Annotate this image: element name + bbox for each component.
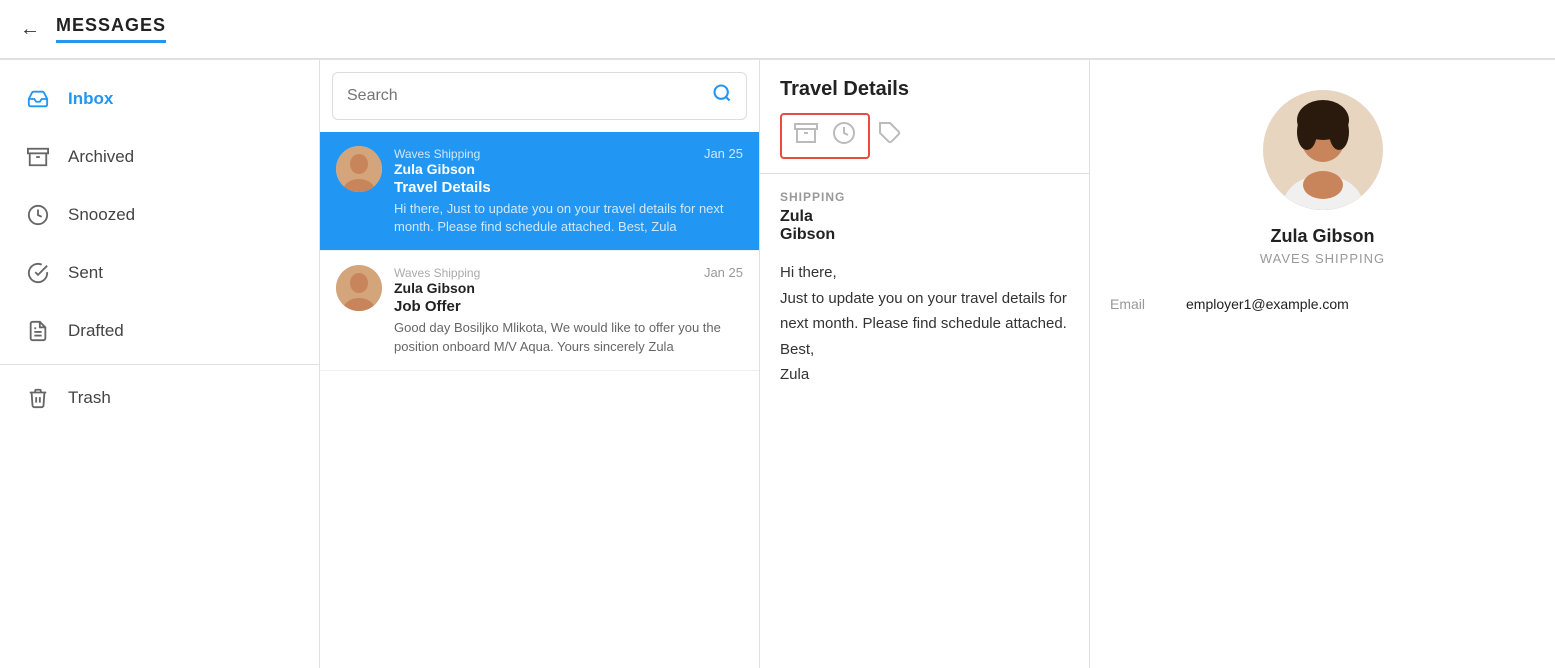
message-meta: Waves Shipping Zula Gibson Jan 25 [394,146,743,177]
detail-header: Travel Details [760,60,1089,174]
message-item[interactable]: Waves Shipping Zula Gibson Jan 25 Travel… [320,132,759,251]
sidebar-item-inbox[interactable]: Inbox [0,70,319,128]
inbox-icon [24,88,52,110]
app-title: MESSAGES [56,15,166,43]
sidebar: Inbox Archived Snoozed [0,60,320,668]
message-list-panel: Waves Shipping Zula Gibson Jan 25 Travel… [320,60,760,668]
contact-name: Zula Gibson [1270,226,1374,247]
detail-panel: Travel Details [760,60,1090,668]
drafted-icon [24,320,52,342]
message-company: Waves Shipping [394,266,480,280]
message-list: Waves Shipping Zula Gibson Jan 25 Travel… [320,132,759,668]
contact-panel: Zula Gibson WAVES SHIPPING Email employe… [1090,60,1555,668]
archived-label: Archived [68,147,134,167]
contact-email-row: Email employer1@example.com [1110,296,1535,312]
message-company: Waves Shipping [394,147,480,161]
sent-icon [24,262,52,284]
contact-company: WAVES SHIPPING [1260,251,1385,266]
tag-action-icon[interactable] [878,121,902,151]
contact-avatar [1263,90,1383,210]
detail-actions [780,113,1069,159]
message-subject: Job Offer [394,298,743,315]
detail-title: Travel Details [780,78,1069,101]
trash-icon [24,387,52,409]
detail-from-name: ZulaGibson [780,208,1069,244]
message-sender: Zula Gibson [394,280,480,296]
message-subject: Travel Details [394,179,743,196]
clock-icon [24,204,52,226]
message-meta: Waves Shipping Zula Gibson Jan 25 [394,265,743,296]
sidebar-divider [0,364,319,365]
detail-from-label: SHIPPING [780,190,1069,204]
sidebar-item-snoozed[interactable]: Snoozed [0,186,319,244]
detail-body: SHIPPING ZulaGibson Hi there, Just to up… [760,174,1089,668]
message-content: Waves Shipping Zula Gibson Jan 25 Travel… [394,146,743,236]
archive-icon [24,146,52,168]
main-layout: Inbox Archived Snoozed [0,60,1555,668]
archive-action-icon[interactable] [790,119,822,153]
app-header: ← MESSAGES [0,0,1555,60]
message-content: Waves Shipping Zula Gibson Jan 25 Job Of… [394,265,743,355]
sidebar-item-trash[interactable]: Trash [0,369,319,427]
message-date: Jan 25 [704,146,743,161]
clock-action-icon[interactable] [828,119,860,153]
sent-label: Sent [68,263,103,283]
trash-label: Trash [68,388,111,408]
search-bar[interactable] [332,72,747,120]
drafted-label: Drafted [68,321,124,341]
snoozed-label: Snoozed [68,205,135,225]
avatar [336,265,382,311]
message-item[interactable]: Waves Shipping Zula Gibson Jan 25 Job Of… [320,251,759,370]
search-icon [712,83,732,109]
sidebar-item-sent[interactable]: Sent [0,244,319,302]
contact-info: Email employer1@example.com [1110,296,1535,322]
detail-message-text: Hi there, Just to update you on your tra… [780,260,1069,388]
inbox-label: Inbox [68,89,113,109]
message-preview: Hi there, Just to update you on your tra… [394,200,743,236]
search-input[interactable] [347,87,704,105]
contact-email-label: Email [1110,296,1170,312]
sidebar-item-drafted[interactable]: Drafted [0,302,319,360]
sidebar-item-archived[interactable]: Archived [0,128,319,186]
contact-email-value: employer1@example.com [1186,296,1349,312]
message-date: Jan 25 [704,265,743,280]
message-sender: Zula Gibson [394,161,480,177]
avatar [336,146,382,192]
message-preview: Good day Bosiljko Mlikota, We would like… [394,319,743,355]
back-button[interactable]: ← [20,18,40,41]
action-group-archive-clock [780,113,870,159]
